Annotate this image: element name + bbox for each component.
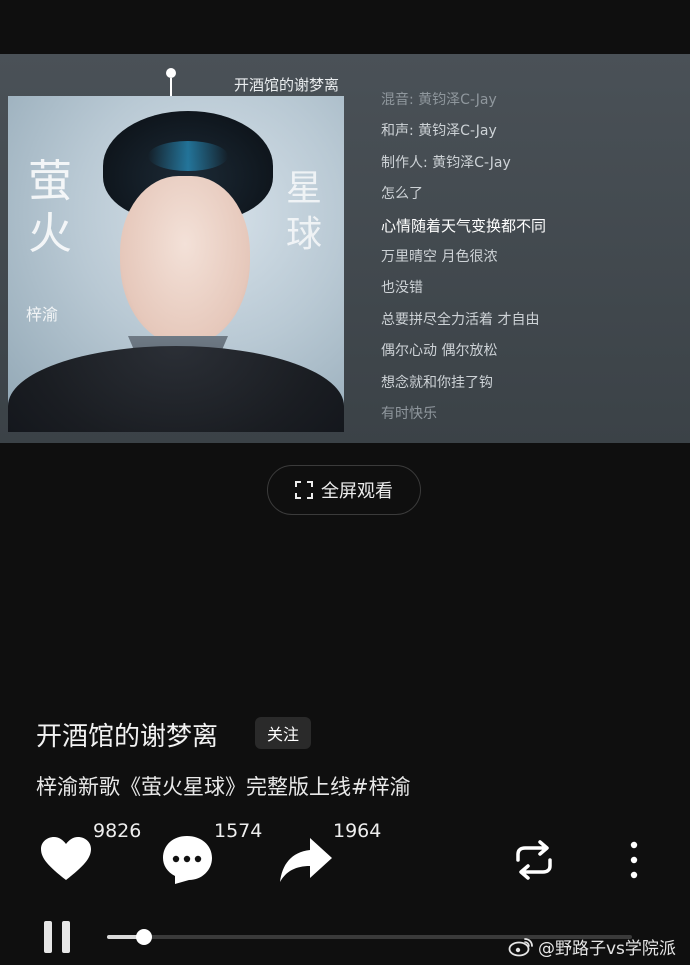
fullscreen-icon bbox=[295, 481, 313, 499]
cover-song-title-left: 萤火 bbox=[28, 156, 72, 259]
cover-song-title-right: 星球 bbox=[286, 168, 323, 255]
loop-icon[interactable] bbox=[512, 840, 556, 880]
video-player[interactable]: 开酒馆的谢梦离 萤火 星球 梓渝 混音: 黄钧泽C-Jay 和声: 黄钧泽C-Ja… bbox=[0, 54, 690, 443]
fullscreen-label: 全屏观看 bbox=[321, 481, 393, 502]
lyric-line: 万里晴空 月色很浓 bbox=[381, 248, 498, 265]
lyric-line: 偶尔心动 偶尔放松 bbox=[381, 343, 498, 360]
lyric-line: 总要拼尽全力活着 才自由 bbox=[381, 311, 540, 328]
heart-icon bbox=[41, 837, 91, 880]
more-vertical-icon[interactable] bbox=[620, 840, 648, 880]
lyric-line: 混音: 黄钧泽C-Jay bbox=[381, 92, 497, 108]
comment-count: 1574 bbox=[214, 820, 263, 842]
share-icon bbox=[280, 838, 332, 882]
comment-button[interactable]: 1574 bbox=[161, 820, 262, 888]
like-button[interactable]: 9826 bbox=[38, 820, 141, 888]
progress-thumb[interactable] bbox=[135, 929, 152, 945]
lyric-line: 心情随着天气变换都不同 bbox=[381, 216, 547, 235]
lyrics-panel: 混音: 黄钧泽C-Jay 和声: 黄钧泽C-Jay 制作人: 黄钧泽C-Jay 怎么了… bbox=[381, 90, 681, 435]
share-count: 1964 bbox=[333, 820, 382, 842]
cover-shoulders bbox=[8, 346, 344, 432]
cover-artist: 梓渝 bbox=[26, 305, 59, 324]
comment-icon bbox=[163, 836, 212, 884]
like-count: 9826 bbox=[93, 820, 142, 842]
pause-icon[interactable] bbox=[42, 920, 72, 954]
watermark-text: @野路子vs学院派 bbox=[538, 939, 676, 959]
post-caption: 梓渝新歌《萤火星球》完整版上线#梓渝 bbox=[36, 775, 411, 799]
weibo-watermark: @野路子vs学院派 bbox=[508, 934, 676, 959]
weibo-icon bbox=[508, 937, 533, 956]
lyric-line: 也没错 bbox=[381, 280, 423, 297]
lyric-line: 有时快乐 bbox=[381, 405, 437, 422]
lyric-line: 和声: 黄钧泽C-Jay bbox=[381, 123, 497, 140]
follow-button[interactable]: 关注 bbox=[255, 717, 311, 749]
album-cover: 萤火 星球 梓渝 bbox=[8, 96, 344, 432]
video-overlay-title: 开酒馆的谢梦离 bbox=[234, 76, 340, 94]
lyric-line: 怎么了 bbox=[381, 186, 423, 203]
pin-decoration bbox=[166, 68, 176, 96]
share-button[interactable]: 1964 bbox=[278, 820, 381, 888]
author-name[interactable]: 开酒馆的谢梦离 bbox=[36, 716, 218, 753]
cover-face bbox=[120, 176, 250, 346]
lyric-line: 制作人: 黄钧泽C-Jay bbox=[381, 154, 511, 171]
fullscreen-button[interactable]: 全屏观看 bbox=[267, 465, 421, 515]
lyric-line: 想念就和你挂了钩 bbox=[381, 374, 493, 391]
